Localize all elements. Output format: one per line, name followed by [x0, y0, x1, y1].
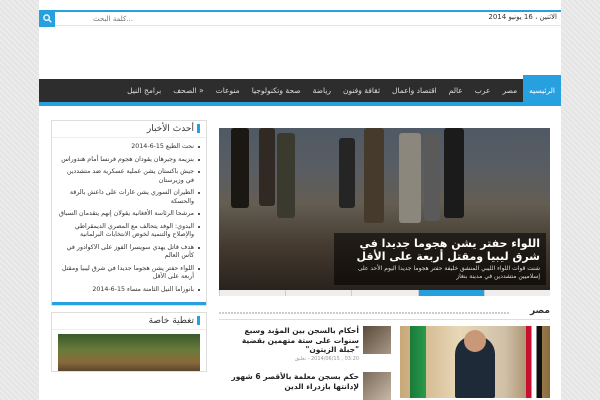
page-container: الاثنين ، 16 يونيو 2014 الرئيسيه مصر عرب…: [39, 0, 561, 400]
current-date: الاثنين ، 16 يونيو 2014: [488, 13, 557, 21]
article-thumbnail[interactable]: [363, 372, 391, 400]
latest-news-list: نحت الطبع 15-6-2014 بنزيمة وجيرهان يقودا…: [52, 138, 206, 302]
special-coverage-widget: تغطية خاصة: [51, 312, 207, 372]
nav-item-economy[interactable]: اقتصاد واعمال: [386, 79, 443, 102]
article-title[interactable]: حكم بسجن معلمة بالأقصر 6 شهور لإدانتها ب…: [221, 372, 359, 391]
list-item[interactable]: مرشحا الرئاسة الأفغانية يقولان إنهم يتقد…: [58, 208, 200, 221]
list-item[interactable]: أحكام بالسجن بين المؤبد وسبع سنوات على س…: [219, 326, 391, 372]
slider-pagination: [219, 290, 550, 296]
section-divider: [219, 312, 510, 314]
nav-item-nile-programs[interactable]: برامج النيل: [121, 79, 167, 102]
nav-item-arab[interactable]: عرب: [469, 79, 497, 102]
main-content: اللواء حفتر يشن هجوما جديدا في شرق ليبيا…: [219, 128, 550, 400]
nav-item-health-tech[interactable]: صحة وتكنولوجيا: [246, 79, 307, 102]
article-title[interactable]: أحكام بالسجن بين المؤبد وسبع سنوات على س…: [221, 326, 359, 355]
slider-dot[interactable]: [483, 290, 550, 296]
list-item[interactable]: بنزيمة وجيرهان يقودان هجوم فرنسا أمام هن…: [58, 154, 200, 167]
slider-dot-active[interactable]: [417, 290, 484, 296]
slider-dot[interactable]: [351, 290, 418, 296]
sidebar: أحدث الأخبار نحت الطبع 15-6-2014 بنزيمة …: [51, 120, 207, 372]
nav-item-home[interactable]: الرئيسيه: [523, 75, 561, 102]
special-coverage-image[interactable]: [58, 334, 200, 371]
main-navigation: الرئيسيه مصر عرب عالم اقتصاد واعمال ثقاف…: [39, 75, 561, 106]
egypt-articles: أحكام بالسجن بين المؤبد وسبع سنوات على س…: [219, 326, 550, 400]
slider-excerpt: شنت قوات اللواء الليبي المنشق خليفة حفتر…: [357, 265, 540, 280]
nav-item-world[interactable]: عالم: [443, 79, 469, 102]
slider-caption[interactable]: اللواء حفتر يشن هجوما جديدا في شرق ليبيا…: [334, 233, 546, 285]
list-item[interactable]: هدف قاتل يهدي سويسرا الفوز على الاكوادور…: [58, 242, 200, 263]
person-head-image: [464, 330, 486, 352]
egypt-feature-image[interactable]: [400, 326, 550, 398]
list-item[interactable]: حكم بسجن معلمة بالأقصر 6 شهور لإدانتها ب…: [219, 372, 391, 400]
slider-title[interactable]: اللواء حفتر يشن هجوما جديدا في شرق ليبيا…: [340, 237, 540, 263]
article-thumbnail[interactable]: [363, 326, 391, 354]
article-meta: 03:20 , 2014/06/15 - تعليق: [294, 356, 359, 362]
title-accent-bar: [197, 316, 200, 325]
latest-news-widget: أحدث الأخبار نحت الطبع 15-6-2014 بنزيمة …: [51, 120, 207, 306]
egypt-section-label[interactable]: مصر: [525, 306, 550, 316]
list-item[interactable]: جيش باكستان يشن عملية عسكرية ضد متشددين …: [58, 166, 200, 187]
special-coverage-title-text: تغطية خاصة: [148, 316, 194, 326]
slider-dot[interactable]: [285, 290, 352, 296]
nav-item-egypt[interactable]: مصر: [496, 79, 523, 102]
egypt-article-list: أحكام بالسجن بين المؤبد وسبع سنوات على س…: [219, 326, 391, 400]
search-button[interactable]: [39, 10, 55, 27]
featured-slider[interactable]: اللواء حفتر يشن هجوما جديدا في شرق ليبيا…: [219, 128, 550, 296]
nav-item-misc[interactable]: منوعات: [210, 79, 246, 102]
nav-item-sports[interactable]: رياضة: [307, 79, 337, 102]
header-banner: [39, 27, 561, 79]
title-accent-bar: [197, 124, 200, 133]
nav-item-culture[interactable]: ثقافة وفنون: [337, 79, 386, 102]
list-item[interactable]: اللواء حفتر يشن هجوما جديدا في شرق ليبيا…: [58, 263, 200, 284]
widget-bottom-bar: [52, 302, 206, 305]
latest-news-title-text: أحدث الأخبار: [146, 124, 194, 134]
flag-image: [410, 326, 426, 398]
list-item[interactable]: البدوي: الوفد يتحالف مع المصري الديمقراط…: [58, 221, 200, 242]
flag-image: [526, 326, 542, 398]
nav-item-newspapers[interactable]: الصحف »: [167, 79, 209, 102]
list-item[interactable]: نحت الطبع 15-6-2014: [58, 141, 200, 154]
search-input[interactable]: [57, 13, 137, 25]
list-item[interactable]: بانوراما النيل الثامنة مساء 15-6-2014: [58, 284, 200, 297]
list-item[interactable]: الطيران السوري يشن غارات على داعش بالرقة…: [58, 187, 200, 208]
slider-dot[interactable]: [219, 290, 286, 296]
latest-news-title: أحدث الأخبار: [52, 121, 206, 138]
search-icon: [42, 14, 52, 23]
egypt-section-header: مصر: [219, 306, 550, 320]
special-coverage-title: تغطية خاصة: [52, 313, 206, 330]
top-bar: الاثنين ، 16 يونيو 2014: [39, 10, 561, 27]
